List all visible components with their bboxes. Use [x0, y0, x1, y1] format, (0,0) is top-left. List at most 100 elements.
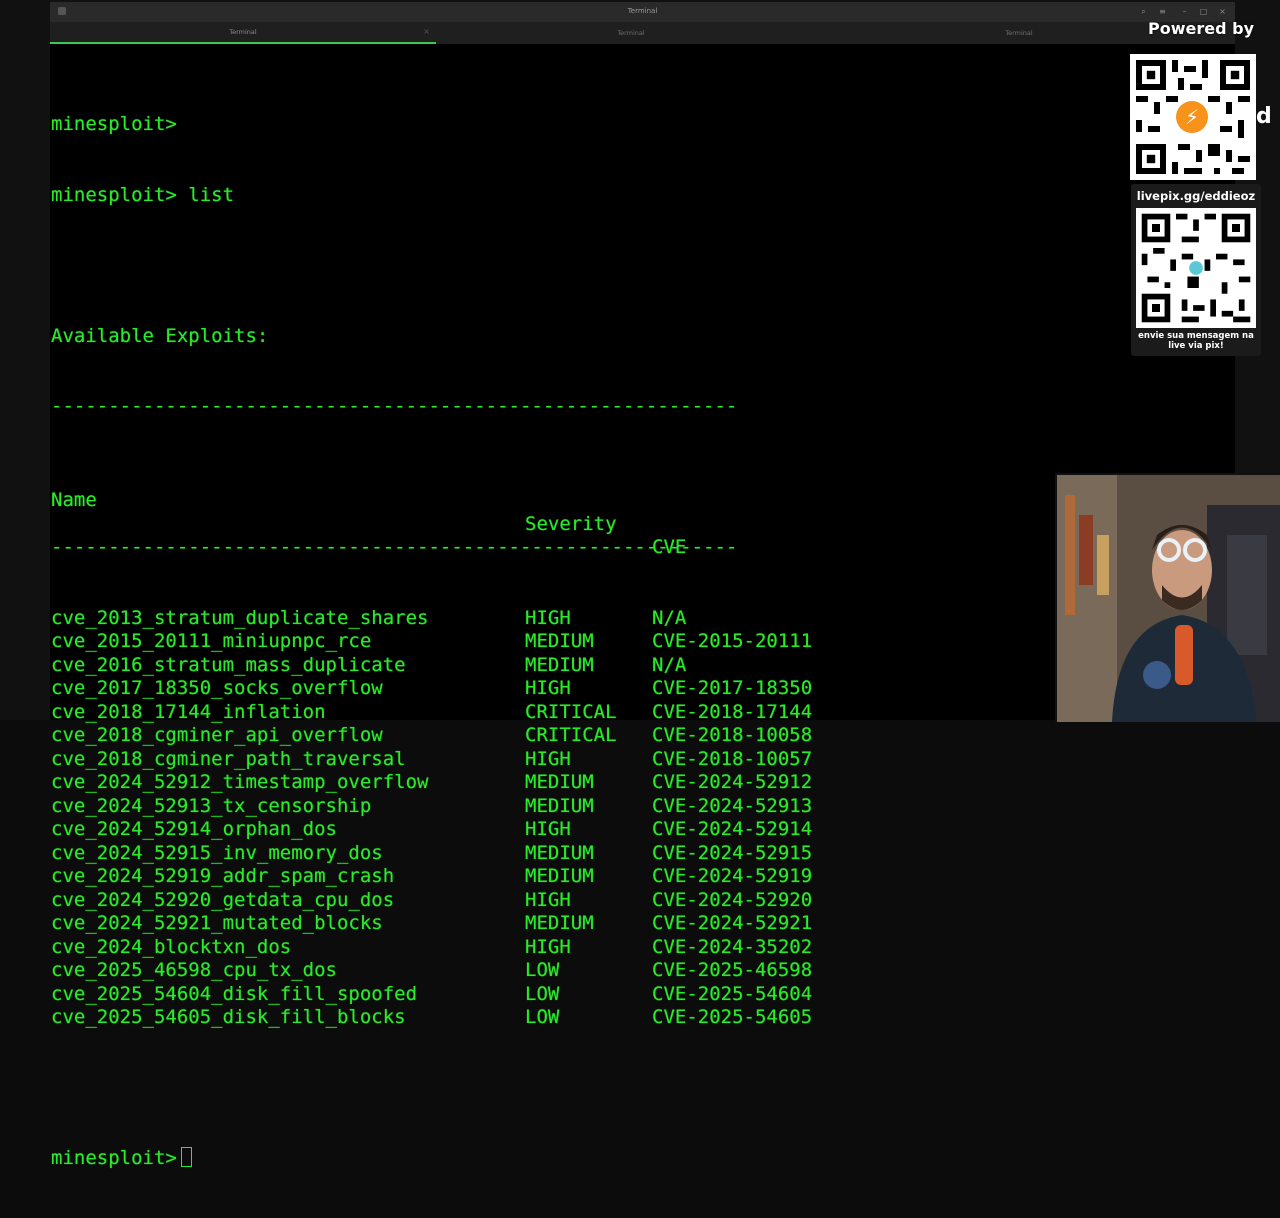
qr-code-livepix: [1136, 208, 1256, 328]
table-header-row: Name Severity CVE: [51, 466, 1051, 558]
table-row: cve_2015_20111_miniupnpc_rce MEDIUM CVE-20…: [51, 630, 1051, 654]
exploit-name: cve_2025_46598_cpu_tx_dos: [51, 959, 337, 981]
table-row: cve_2018_cgminer_api_overflow CRITICAL CVE…: [51, 724, 1051, 748]
exploit-severity: HIGH: [525, 888, 571, 911]
exploit-list: cve_2013_stratum_duplicate_shares HIGH N/A…: [51, 607, 1051, 1030]
exploit-cve: CVE-2015-20111: [652, 630, 813, 652]
minimize-icon[interactable]: –: [1180, 7, 1189, 16]
hamburger-menu-icon[interactable]: ≡: [1158, 7, 1167, 16]
exploit-name: cve_2013_stratum_duplicate_shares: [51, 606, 429, 629]
exploit-name: cve_2018_17144_inflation: [51, 700, 326, 723]
terminal-line: minesploit>: [51, 113, 177, 135]
exploit-name: cve_2015_20111_miniupnpc_rce: [51, 630, 372, 652]
exploit-cve: CVE-2018-17144: [652, 700, 813, 723]
exploit-severity: LOW: [525, 1006, 560, 1028]
prompt-text: minesploit>: [51, 1147, 177, 1169]
table-row: cve_2017_18350_socks_overflow HIGH CVE-201…: [51, 677, 1051, 701]
livepix-panel: livepix.gg/eddieoz envie sua mensagem na…: [1131, 184, 1261, 356]
exploit-severity: CRITICAL: [525, 724, 617, 746]
terminal-command-line: minesploit> list: [51, 183, 235, 206]
table-row: cve_2025_54604_disk_fill_spoofed LOW CVE-2…: [51, 983, 1051, 1007]
exploit-severity: CRITICAL: [525, 700, 617, 723]
exploit-cve: CVE-2024-52913: [652, 794, 813, 817]
tab-terminal-2[interactable]: Terminal: [438, 22, 824, 44]
exploit-name: cve_2024_52921_mutated_blocks: [51, 912, 383, 934]
table-row: cve_2025_46598_cpu_tx_dos LOW CVE-2025-465…: [51, 959, 1051, 983]
maximize-icon[interactable]: □: [1199, 7, 1208, 16]
table-row: cve_2024_52920_getdata_cpu_dos HIGH CVE-20…: [51, 889, 1051, 913]
table-row: cve_2025_54605_disk_fill_blocks LOW CVE-20…: [51, 1006, 1051, 1030]
exploit-cve: CVE-2024-52912: [652, 771, 813, 793]
exploit-name: cve_2018_cgminer_path_traversal: [51, 747, 406, 770]
screen: Terminal ⌕ ≡ – □ × Terminal × Terminal T…: [0, 0, 1280, 1169]
exploit-cve: CVE-2024-52921: [652, 912, 813, 934]
exploit-name: cve_2025_54604_disk_fill_spoofed: [51, 982, 418, 1005]
table-row: cve_2024_52914_orphan_dos HIGH CVE-2024-52…: [51, 818, 1051, 842]
separator-line: ----------------------------------------…: [51, 536, 738, 558]
exploit-severity: MEDIUM: [525, 841, 594, 864]
tab-terminal-1[interactable]: Terminal ×: [50, 22, 436, 44]
livepix-url: livepix.gg/eddieoz: [1136, 189, 1256, 203]
exploit-name: cve_2017_18350_socks_overflow: [51, 677, 383, 699]
table-row: cve_2024_52919_addr_spam_crash MEDIUM CVE-…: [51, 865, 1051, 889]
exploit-cve: CVE-2024-52915: [652, 841, 813, 864]
logo-fragment: d: [1256, 104, 1272, 129]
exploit-cve: CVE-2024-52919: [652, 865, 813, 887]
exploit-name: cve_2024_blocktxn_dos: [51, 935, 292, 958]
terminal-output[interactable]: minesploit> minesploit> list Available E…: [51, 66, 1051, 1218]
exploit-name: cve_2024_52914_orphan_dos: [51, 818, 337, 840]
webcam-feed: [1055, 473, 1280, 722]
tab-label: Terminal: [617, 29, 645, 37]
exploit-severity: MEDIUM: [525, 865, 594, 887]
window-titlebar: Terminal ⌕ ≡ – □ ×: [50, 2, 1235, 22]
exploit-severity: MEDIUM: [525, 653, 594, 676]
close-icon[interactable]: ×: [1218, 7, 1227, 16]
exploit-severity: MEDIUM: [525, 794, 594, 817]
column-header-cve: CVE: [652, 536, 687, 558]
exploit-cve: CVE-2017-18350: [652, 677, 813, 699]
exploit-name: cve_2024_52912_timestamp_overflow: [51, 771, 429, 793]
lightning-bolt-icon: ⚡: [1176, 101, 1208, 133]
table-row: cve_2024_52913_tx_censorship MEDIUM CVE-20…: [51, 795, 1051, 819]
tab-label: Terminal: [1005, 29, 1033, 37]
table-row: cve_2018_17144_inflation CRITICAL CVE-2018…: [51, 701, 1051, 725]
table-row: cve_2018_cgminer_path_traversal HIGH CVE-2…: [51, 748, 1051, 772]
exploit-cve: CVE-2025-54604: [652, 982, 813, 1005]
search-icon[interactable]: ⌕: [1139, 7, 1148, 16]
exploit-name: cve_2024_52919_addr_spam_crash: [51, 865, 395, 887]
qr-code-lightning: ⚡: [1130, 54, 1256, 180]
separator-line: ----------------------------------------…: [51, 395, 738, 417]
exploit-name: cve_2016_stratum_mass_duplicate: [51, 653, 406, 676]
exploit-severity: MEDIUM: [525, 912, 594, 934]
tab-close-icon[interactable]: ×: [423, 22, 430, 42]
exploit-severity: MEDIUM: [525, 771, 594, 793]
table-row: cve_2024_blocktxn_dos HIGH CVE-2024-35202: [51, 936, 1051, 960]
table-row: cve_2024_52915_inv_memory_dos MEDIUM CVE-2…: [51, 842, 1051, 866]
exploit-severity: MEDIUM: [525, 630, 594, 652]
column-header-name: Name: [51, 489, 97, 511]
exploit-cve: N/A: [652, 606, 687, 629]
exploit-severity: LOW: [525, 982, 560, 1005]
exploit-cve: CVE-2024-52920: [652, 888, 813, 911]
table-row: cve_2013_stratum_duplicate_shares HIGH N/A: [51, 607, 1051, 631]
exploit-cve: N/A: [652, 653, 687, 676]
exploits-heading: Available Exploits:: [51, 324, 269, 347]
exploit-name: cve_2025_54605_disk_fill_blocks: [51, 1006, 406, 1028]
exploit-cve: CVE-2024-35202: [652, 935, 813, 958]
column-header-severity: Severity: [525, 512, 617, 535]
exploit-cve: CVE-2018-10057: [652, 747, 813, 770]
exploit-name: cve_2018_cgminer_api_overflow: [51, 724, 383, 746]
exploit-cve: CVE-2018-10058: [652, 724, 813, 746]
exploit-severity: HIGH: [525, 606, 571, 629]
window-title: Terminal: [627, 7, 658, 15]
tab-bar: Terminal × Terminal Terminal: [50, 22, 1235, 44]
table-row: cve_2024_52912_timestamp_overflow MEDIUM C…: [51, 771, 1051, 795]
table-row: cve_2016_stratum_mass_duplicate MEDIUM N/A: [51, 654, 1051, 678]
active-prompt-line[interactable]: minesploit>: [51, 1147, 1051, 1171]
tab-label: Terminal: [229, 28, 257, 36]
text-cursor: [180, 1147, 192, 1167]
exploit-name: cve_2024_52920_getdata_cpu_dos: [51, 888, 395, 911]
exploit-severity: HIGH: [525, 677, 571, 699]
